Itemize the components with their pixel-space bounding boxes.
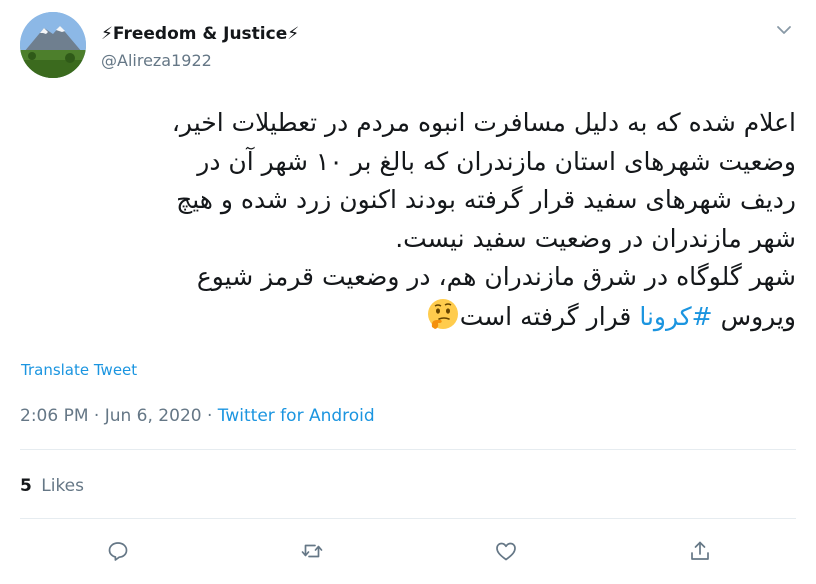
thinking-face-icon: [426, 297, 460, 331]
tweet-meta: 2:06 PM · Jun 6, 2020 · Twitter for Andr…: [20, 404, 375, 428]
translate-tweet-link[interactable]: Translate Tweet: [21, 361, 137, 379]
retweet-icon[interactable]: [298, 537, 326, 565]
meta-separator: ·: [88, 406, 105, 426]
tweet-source-link[interactable]: Twitter for Android: [218, 406, 375, 426]
likes-label: Likes: [41, 476, 84, 496]
tweet-line: شهر مازندران در وضعیت سفید نیست.: [395, 223, 796, 253]
share-icon[interactable]: [686, 537, 714, 565]
tweet-date[interactable]: Jun 6, 2020: [105, 406, 202, 426]
divider: [20, 518, 796, 519]
tweet-time[interactable]: 2:06 PM: [20, 406, 89, 426]
tweet-text-fragment: قرار گرفته است: [459, 301, 640, 331]
divider: [20, 449, 796, 450]
hashtag-link[interactable]: #کرونا: [639, 302, 712, 331]
display-name[interactable]: ⚡Freedom & Justice⚡: [101, 22, 299, 46]
meta-separator: ·: [201, 406, 218, 426]
tweet-line-last: ویروس #کرونا قرار گرفته است: [24, 297, 796, 337]
mountain-landscape-avatar: [20, 12, 86, 78]
likes-count: 5: [20, 476, 32, 496]
tweet-line: ردیف شهرهای سفید قرار گرفته بودند اکنون …: [176, 185, 796, 214]
like-icon[interactable]: [492, 537, 520, 565]
user-handle[interactable]: @Alireza1922: [101, 50, 212, 72]
tweet-text-fragment: ویروس: [712, 301, 796, 331]
tweet-line: اعلام شده که به دلیل مسافرت انبوه مردم د…: [171, 108, 796, 137]
reply-icon[interactable]: [104, 537, 132, 565]
tweet-text: اعلام شده که به دلیل مسافرت انبوه مردم د…: [24, 104, 796, 336]
chevron-down-icon[interactable]: [774, 20, 794, 40]
tweet-line: وضعیت شهرهای استان مازندران که بالغ بر ۱…: [197, 146, 796, 176]
avatar[interactable]: [20, 12, 86, 78]
tweet-line: شهر گلوگاه در شرق مازندران هم، در وضعیت …: [196, 262, 796, 291]
likes-count-link[interactable]: 5 Likes: [20, 474, 84, 498]
